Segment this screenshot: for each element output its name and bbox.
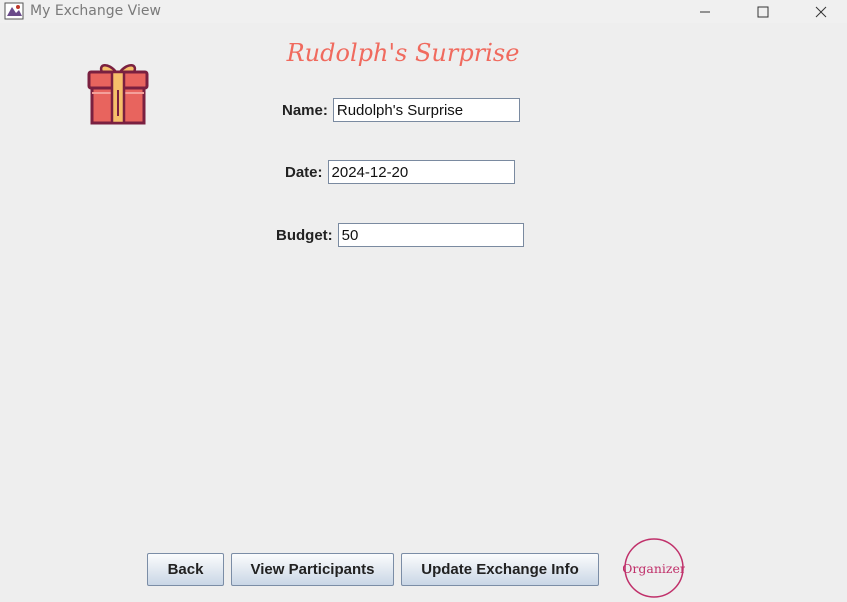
back-button[interactable]: Back — [147, 553, 224, 586]
maximize-button[interactable] — [740, 0, 786, 23]
exchange-view-panel: Rudolph's Surprise Name: Date: Budget: B… — [0, 23, 847, 602]
budget-label: Budget: — [276, 226, 333, 244]
name-label: Name: — [282, 101, 328, 119]
date-row: Date: — [285, 159, 515, 185]
update-exchange-info-button[interactable]: Update Exchange Info — [401, 553, 599, 586]
window-title: My Exchange View — [30, 3, 161, 19]
budget-row: Budget: — [276, 222, 524, 248]
minimize-button[interactable] — [682, 0, 728, 23]
title-bar: My Exchange View — [0, 0, 847, 23]
organizer-badge: Organizer — [623, 538, 685, 598]
minimize-icon — [700, 11, 710, 12]
gift-icon — [87, 64, 149, 125]
name-field[interactable] — [332, 98, 520, 122]
close-button[interactable] — [798, 0, 844, 23]
date-field[interactable] — [327, 160, 515, 184]
budget-field[interactable] — [337, 223, 524, 247]
view-participants-button[interactable]: View Participants — [231, 553, 394, 586]
maximize-icon — [757, 6, 769, 17]
close-icon — [815, 6, 827, 17]
app-icon — [4, 2, 24, 20]
page-title: Rudolph's Surprise — [286, 39, 520, 67]
date-label: Date: — [285, 163, 323, 181]
organizer-label: Organizer — [623, 561, 685, 576]
name-row: Name: — [282, 97, 520, 123]
